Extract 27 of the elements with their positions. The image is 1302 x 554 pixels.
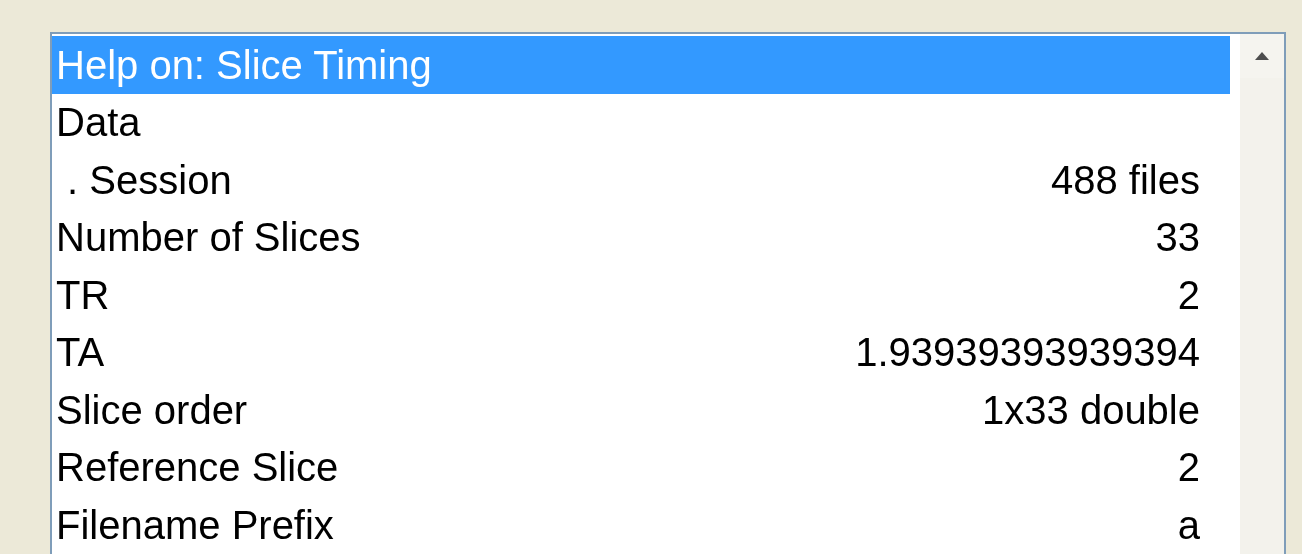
list-box[interactable]: Help on: Slice Timing Data . Session 488 files Number of Slices 33 TR 2 TA 1.93939393939394 Slice order 1x33 double Reference Slice 2 Filename Prefix a: [50, 32, 1286, 554]
list-item[interactable]: TA 1.93939393939394: [52, 323, 1230, 381]
item-label: Data: [56, 102, 141, 143]
item-value: a: [1177, 504, 1200, 545]
list-item[interactable]: Reference Slice 2: [52, 438, 1230, 496]
list-item[interactable]: . Session 488 files: [52, 151, 1230, 209]
item-value: 1x33 double: [982, 389, 1200, 430]
list-item[interactable]: TR 2: [52, 266, 1230, 324]
item-value: 2: [1177, 274, 1200, 315]
item-label: . Session: [66, 159, 232, 200]
item-value: 1.93939393939394: [855, 332, 1200, 373]
item-value: 33: [1155, 217, 1200, 258]
up-arrow-icon: [1255, 52, 1269, 60]
item-value: 2: [1177, 447, 1200, 488]
item-label: Slice order: [56, 389, 248, 430]
list-item[interactable]: Number of Slices 33: [52, 208, 1230, 266]
item-label: TA: [56, 332, 105, 373]
list-item[interactable]: Filename Prefix a: [52, 496, 1230, 554]
item-value: 488 files: [1051, 159, 1200, 200]
scrollbar[interactable]: [1240, 34, 1284, 554]
item-label: Help on: Slice Timing: [56, 44, 432, 85]
item-label: TR: [56, 274, 110, 315]
item-label: Reference Slice: [56, 447, 339, 488]
item-label: Filename Prefix: [56, 504, 334, 545]
item-label: Number of Slices: [56, 217, 361, 258]
list-item[interactable]: Slice order 1x33 double: [52, 381, 1230, 439]
list-item[interactable]: Data: [52, 93, 1230, 151]
